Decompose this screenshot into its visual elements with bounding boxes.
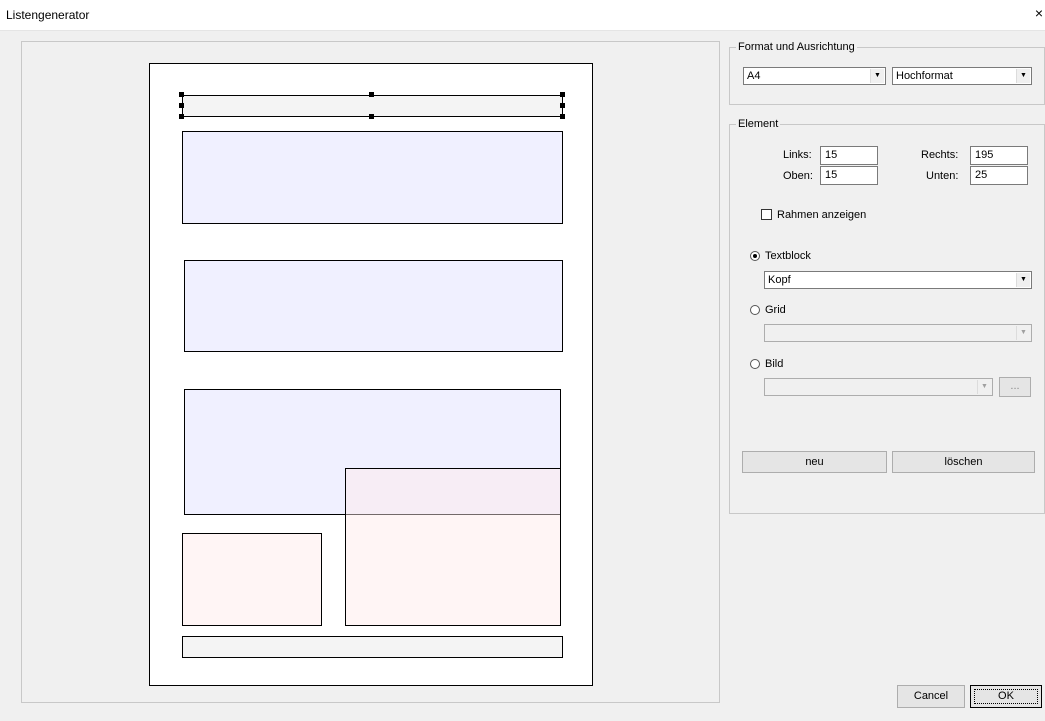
orientation-select[interactable]: Hochformat ▼ — [892, 67, 1032, 85]
rahmen-label[interactable]: Rahmen anzeigen — [777, 209, 866, 221]
unten-label: Unten: — [926, 170, 959, 182]
links-input[interactable]: 15 — [820, 146, 878, 165]
links-label: Links: — [783, 149, 812, 161]
textblock-label[interactable]: Textblock — [765, 250, 811, 262]
format-legend: Format und Ausrichtung — [736, 41, 857, 53]
rechts-input[interactable]: 195 — [970, 146, 1028, 165]
cancel-button[interactable]: Cancel — [897, 685, 965, 708]
unten-input[interactable]: 25 — [970, 166, 1028, 185]
dropdown-arrow-icon[interactable]: ▼ — [870, 69, 884, 83]
resize-handle[interactable] — [179, 92, 184, 97]
resize-handle[interactable] — [369, 114, 374, 119]
bild-radio[interactable] — [750, 359, 760, 369]
grid-select[interactable]: ▼ — [764, 324, 1032, 342]
oben-input[interactable]: 15 — [820, 166, 878, 185]
paper-size-value: A4 — [747, 70, 761, 82]
ok-label: OK — [998, 690, 1014, 702]
resize-handle[interactable] — [560, 114, 565, 119]
browse-button[interactable]: ... — [999, 377, 1031, 397]
text-block[interactable] — [182, 533, 322, 626]
text-block[interactable] — [182, 131, 563, 224]
title-bar: Listengenerator × — [0, 0, 1045, 31]
text-block[interactable] — [345, 468, 561, 626]
dropdown-arrow-icon[interactable]: ▼ — [1016, 326, 1030, 340]
dropdown-arrow-icon[interactable]: ▼ — [977, 380, 991, 394]
bild-label[interactable]: Bild — [765, 358, 783, 370]
neu-label: neu — [805, 456, 824, 468]
grid-label[interactable]: Grid — [765, 304, 786, 316]
ok-button[interactable]: OK — [970, 685, 1042, 708]
bild-select[interactable]: ▼ — [764, 378, 993, 396]
element-legend: Element — [736, 118, 781, 130]
textblock-value: Kopf — [768, 274, 791, 286]
paper-sheet — [149, 63, 593, 686]
footer-block[interactable] — [182, 636, 563, 658]
textblock-radio[interactable] — [750, 251, 760, 261]
orientation-value: Hochformat — [896, 70, 953, 82]
dropdown-arrow-icon[interactable]: ▼ — [1016, 273, 1030, 287]
element-group: Element Links: 15 Rechts: 195 Oben: 15 U… — [729, 118, 1045, 514]
grid-radio[interactable] — [750, 305, 760, 315]
textblock-select[interactable]: Kopf ▼ — [764, 271, 1032, 289]
paper-size-select[interactable]: A4 ▼ — [743, 67, 886, 85]
close-icon[interactable]: × — [1035, 6, 1043, 20]
rechts-label: Rechts: — [921, 149, 959, 161]
resize-handle[interactable] — [369, 92, 374, 97]
neu-button[interactable]: neu — [742, 451, 887, 473]
oben-label: Oben: — [783, 170, 813, 182]
resize-handle[interactable] — [179, 103, 184, 108]
cancel-label: Cancel — [913, 690, 949, 702]
text-block[interactable] — [184, 260, 563, 352]
loeschen-label: löschen — [944, 456, 983, 468]
loeschen-button[interactable]: löschen — [892, 451, 1035, 473]
format-group: Format und Ausrichtung A4 ▼ Hochformat ▼ — [729, 41, 1045, 105]
rahmen-checkbox[interactable] — [761, 209, 772, 220]
dropdown-arrow-icon[interactable]: ▼ — [1016, 69, 1030, 83]
window-title: Listengenerator — [6, 8, 90, 22]
browse-label: ... — [1010, 380, 1020, 392]
resize-handle[interactable] — [560, 92, 565, 97]
resize-handle[interactable] — [560, 103, 565, 108]
resize-handle[interactable] — [179, 114, 184, 119]
